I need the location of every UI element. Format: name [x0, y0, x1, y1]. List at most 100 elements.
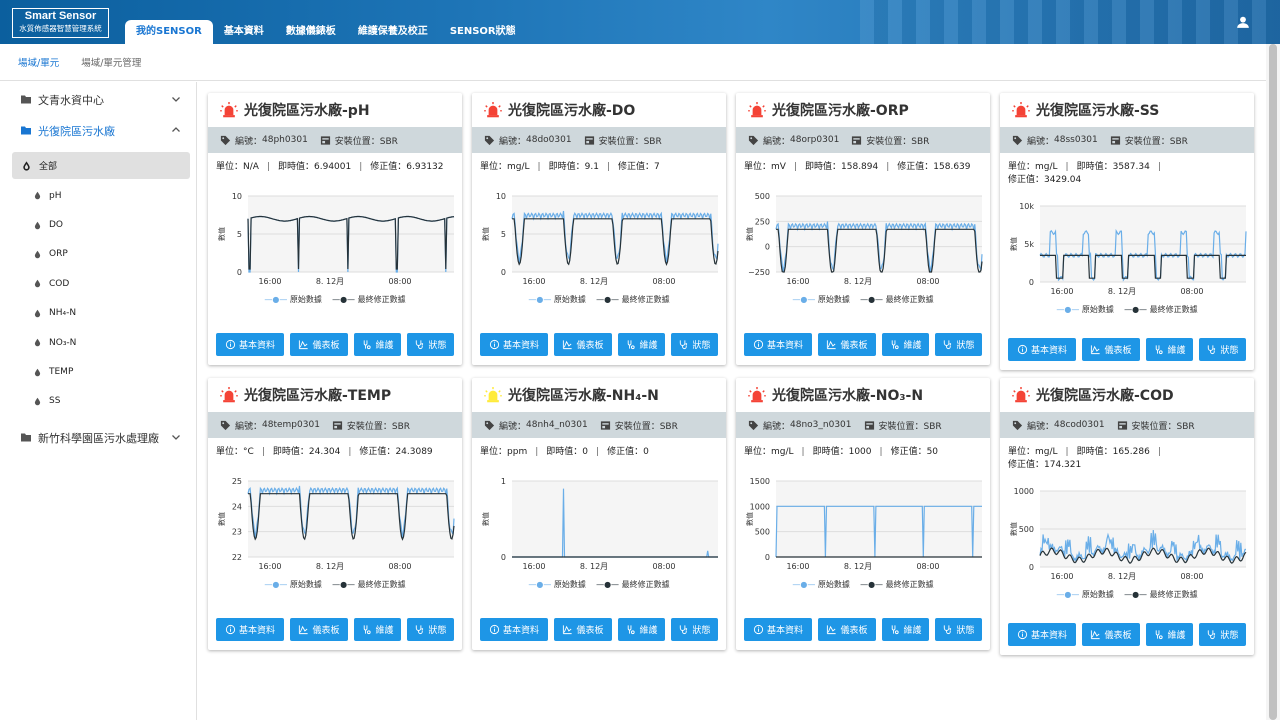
basic-info-button[interactable]: 基本資料 — [216, 333, 284, 356]
unit-label: 單位： — [216, 162, 244, 172]
breadcrumb-site-unit[interactable]: 場域/單元 — [18, 55, 59, 69]
sidebar-item-do[interactable]: DO — [12, 210, 190, 239]
maintenance-button[interactable]: 維護 — [618, 333, 665, 356]
tab-basic-info[interactable]: 基本資料 — [213, 20, 275, 44]
sidebar-item-orp[interactable]: ORP — [12, 240, 190, 269]
maintenance-button[interactable]: 維護 — [882, 333, 929, 356]
tab-my-sensor[interactable]: 我的SENSOR — [125, 20, 213, 44]
app-logo[interactable]: Smart Sensor 水質佈感器智慧管理系統 — [12, 8, 109, 38]
location-text: 安裝位置：SBR — [1124, 136, 1188, 147]
user-account-icon[interactable] — [1236, 14, 1250, 33]
corrected-label: 修正值： — [890, 447, 927, 457]
maintenance-button[interactable]: 維護 — [882, 618, 929, 641]
basic-info-button[interactable]: 基本資料 — [480, 333, 548, 356]
sidebar-item-ph[interactable]: pH — [12, 181, 190, 210]
info-icon — [753, 624, 764, 635]
status-button[interactable]: 狀態 — [671, 333, 718, 356]
tab-dashboard[interactable]: 數據儀錶板 — [275, 20, 347, 44]
status-button[interactable]: 狀態 — [935, 333, 982, 356]
tag-prefix: 編號： — [1027, 136, 1055, 147]
basic-info-button[interactable]: 基本資料 — [744, 618, 812, 641]
corrected-label: 修正值： — [897, 162, 934, 172]
button-label: 狀態 — [956, 341, 975, 351]
maintenance-button[interactable]: 維護 — [354, 618, 401, 641]
chevron-up-icon[interactable] — [170, 124, 182, 136]
status-button[interactable]: 狀態 — [407, 333, 454, 356]
sidebar-item-nh4n[interactable]: NH₄-N — [12, 299, 190, 328]
dashboard-button[interactable]: 儀表板 — [290, 618, 348, 641]
info-icon — [1017, 344, 1028, 355]
stethoscope-icon — [1208, 630, 1216, 640]
chevron-down-icon[interactable] — [170, 431, 182, 443]
logo-title: Smart Sensor — [24, 10, 97, 22]
card-header: 光復院區污水廠-NH₄-N — [472, 378, 726, 412]
location-text: 安裝位置：SBR — [878, 421, 942, 432]
chevron-down-icon[interactable] — [170, 93, 182, 105]
dashboard-button[interactable]: 儀表板 — [290, 333, 348, 356]
realtime-label: 即時值： — [272, 447, 309, 457]
status-button[interactable]: 狀態 — [935, 618, 982, 641]
x-tick-label: 08:00 — [916, 562, 939, 571]
maintenance-button[interactable]: 維護 — [354, 333, 401, 356]
legend-final-label: 最終修正數據 — [885, 295, 934, 304]
maintenance-button[interactable]: 維護 — [618, 618, 665, 641]
card-header: 光復院區污水廠-COD — [1000, 378, 1254, 412]
realtime-label: 即時值： — [548, 162, 585, 172]
status-button[interactable]: 狀態 — [407, 618, 454, 641]
sidebar-group-wenqing[interactable]: 文青水資中心 — [0, 84, 196, 115]
basic-info-button[interactable]: 基本資料 — [216, 618, 284, 641]
dashboard-button[interactable]: 儀表板 — [1082, 338, 1140, 361]
tag-prefix: 編號： — [499, 136, 527, 147]
corrected-label: 修正值： — [607, 447, 644, 457]
unit-value: mg/L — [1035, 447, 1058, 457]
tab-sensor-status[interactable]: SENSOR狀態 — [439, 20, 527, 44]
alarm-light-icon — [484, 102, 502, 118]
dashboard-button[interactable]: 儀表板 — [554, 333, 612, 356]
dashboard-button[interactable]: 儀表板 — [818, 333, 876, 356]
sidebar-item-no3n[interactable]: NO₃-N — [12, 328, 190, 357]
sidebar-group-guangfu[interactable]: 光復院區污水廠 — [0, 115, 196, 146]
card-tag-bar: 編號： 48ss0301 安裝位置：SBR — [1000, 127, 1254, 153]
corrected-value: 3429.04 — [1044, 175, 1082, 185]
corrected-label: 修正值： — [617, 162, 654, 172]
sidebar-group-hsinchu[interactable]: 新竹科學園區污水處理廠 — [0, 422, 196, 453]
card-header: 光復院區污水廠-ORP — [736, 93, 990, 127]
card-values: 單位：mg/L | 即時值：3587.34 | 修正值：3429.04 — [1008, 162, 1161, 185]
alarm-light-icon — [484, 387, 502, 403]
corrected-value: 174.321 — [1044, 460, 1082, 470]
sidebar-item-temp[interactable]: TEMP — [12, 357, 190, 386]
main-nav-tabs: 我的SENSOR 基本資料 數據儀錶板 維護保養及校正 SENSOR狀態 — [125, 20, 527, 44]
legend-final-marker: —●— — [596, 580, 620, 589]
legend-final-marker: —●— — [332, 580, 356, 589]
maintenance-button[interactable]: 維護 — [1146, 623, 1193, 646]
tag-icon — [220, 135, 231, 145]
status-button[interactable]: 狀態 — [1199, 338, 1246, 361]
scrollbar[interactable] — [1266, 44, 1280, 720]
basic-info-button[interactable]: 基本資料 — [480, 618, 548, 641]
status-button[interactable]: 狀態 — [1199, 623, 1246, 646]
sidebar-item-all[interactable]: 全部 — [12, 152, 190, 179]
sidebar-item-cod[interactable]: COD — [12, 269, 190, 298]
sidebar-item-label: NO₃-N — [49, 337, 77, 348]
basic-info-button[interactable]: 基本資料 — [1008, 623, 1076, 646]
x-tick-label: 16:00 — [786, 562, 809, 571]
basic-info-button[interactable]: 基本資料 — [1008, 338, 1076, 361]
legend-final-label: 最終修正數據 — [357, 295, 406, 304]
card-tag-bar: 編號： 48ph0301 安裝位置：SBR — [208, 127, 462, 153]
scrollbar-thumb[interactable] — [1269, 44, 1277, 720]
unit-value: N/A — [243, 162, 259, 172]
dashboard-button[interactable]: 儀表板 — [1082, 623, 1140, 646]
breadcrumb-site-unit-manage[interactable]: 場域/單元管理 — [81, 55, 141, 69]
y-tick-label: 0 — [501, 268, 506, 277]
maintenance-button[interactable]: 維護 — [1146, 338, 1193, 361]
sidebar-item-ss[interactable]: SS — [12, 387, 190, 416]
tab-maintenance[interactable]: 維護保養及校正 — [347, 20, 439, 44]
dashboard-button[interactable]: 儀表板 — [554, 618, 612, 641]
status-button[interactable]: 狀態 — [671, 618, 718, 641]
dashboard-button[interactable]: 儀表板 — [818, 618, 876, 641]
unit-value: mV — [771, 162, 786, 172]
y-axis-label: 數值 — [1009, 522, 1018, 536]
basic-info-button[interactable]: 基本資料 — [744, 333, 812, 356]
sensor-card: 光復院區污水廠-NO₃-N 編號： 48no3_n0301 安裝位置：SBR 單位… — [736, 378, 990, 650]
sidebar-item-label: NH₄-N — [49, 308, 77, 319]
